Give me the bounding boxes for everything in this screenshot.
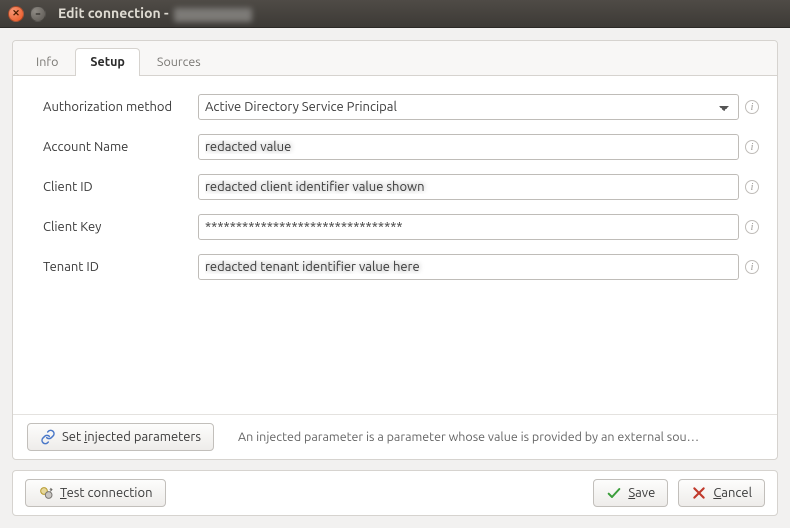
test-connection-label: Test connection [60, 486, 153, 500]
cross-icon [691, 485, 707, 501]
injected-parameters-description: An injected parameter is a parameter who… [238, 430, 763, 444]
test-connection-button[interactable]: Test connection [25, 479, 166, 507]
label-tenant-id: Tenant ID [43, 260, 198, 274]
set-injected-parameters-button[interactable]: Set injected parameters [27, 423, 214, 451]
select-auth-method[interactable]: Active Directory Service Principal [198, 94, 739, 120]
input-client-key[interactable] [198, 214, 739, 240]
test-connection-icon [38, 485, 54, 501]
input-client-id[interactable] [198, 174, 739, 200]
setup-form: Authorization method Active Directory Se… [13, 76, 777, 414]
tab-sources[interactable]: Sources [142, 48, 216, 76]
save-button[interactable]: Save [593, 479, 668, 507]
row-account-name: Account Name i [43, 134, 759, 160]
card-footer: Set injected parameters An injected para… [13, 414, 777, 459]
dialog-button-bar: Test connection Save Cancel [12, 470, 778, 516]
info-icon[interactable]: i [745, 100, 759, 114]
cancel-label: Cancel [713, 486, 752, 500]
label-client-key: Client Key [43, 220, 198, 234]
window-title-redacted [174, 8, 252, 22]
input-account-name[interactable] [198, 134, 739, 160]
row-auth-method: Authorization method Active Directory Se… [43, 94, 759, 120]
window-close-button[interactable]: ✕ [8, 6, 24, 22]
window-title-prefix: Edit connection - [58, 5, 172, 21]
input-tenant-id[interactable] [198, 254, 739, 280]
label-client-id: Client ID [43, 180, 198, 194]
tab-bar: Info Setup Sources [13, 41, 777, 76]
row-client-id: Client ID i [43, 174, 759, 200]
check-icon [606, 485, 622, 501]
main-card: Info Setup Sources Authorization method … [12, 40, 778, 460]
info-icon[interactable]: i [745, 180, 759, 194]
label-auth-method: Authorization method [43, 100, 198, 114]
info-icon[interactable]: i [745, 260, 759, 274]
tab-info[interactable]: Info [21, 48, 73, 76]
tab-setup[interactable]: Setup [75, 48, 140, 76]
label-account-name: Account Name [43, 140, 198, 154]
row-client-key: Client Key i [43, 214, 759, 240]
save-label: Save [628, 486, 655, 500]
window-titlebar: ✕ – Edit connection - [0, 0, 790, 28]
row-tenant-id: Tenant ID i [43, 254, 759, 280]
window-minimize-button[interactable]: – [30, 6, 46, 22]
info-icon[interactable]: i [745, 140, 759, 154]
set-injected-parameters-label: Set injected parameters [62, 430, 201, 444]
window-title: Edit connection - [58, 5, 252, 21]
link-icon [40, 429, 56, 445]
info-icon[interactable]: i [745, 220, 759, 234]
cancel-button[interactable]: Cancel [678, 479, 765, 507]
